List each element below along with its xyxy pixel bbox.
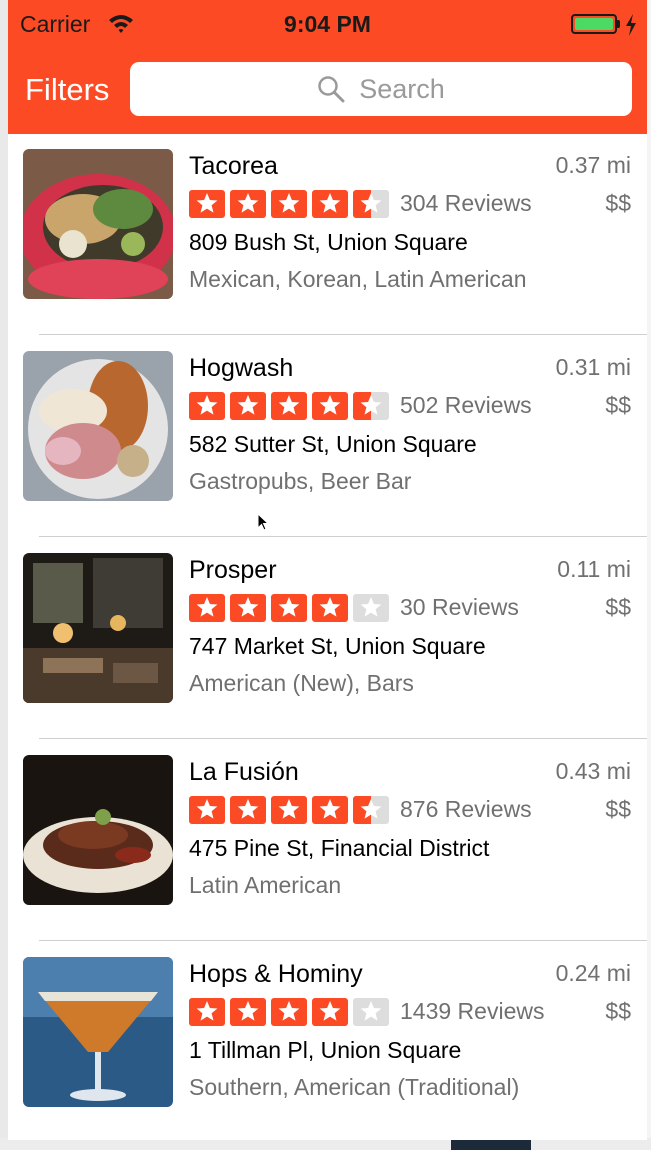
filters-button[interactable]: Filters bbox=[25, 72, 109, 108]
search-bar[interactable]: Search bbox=[130, 62, 632, 116]
business-photo bbox=[23, 957, 173, 1107]
business-distance: 0.24 mi bbox=[555, 960, 631, 986]
price-level: $$ bbox=[605, 594, 631, 620]
business-distance: 0.11 mi bbox=[557, 556, 631, 582]
business-categories: Gastropubs, Beer Bar bbox=[189, 468, 412, 494]
star-full-icon bbox=[271, 998, 307, 1026]
business-name: Prosper bbox=[189, 556, 277, 584]
business-row[interactable]: Tacorea 0.37 mi 304 Reviews $$ 809 Bush … bbox=[8, 134, 647, 336]
business-name: Hops & Hominy bbox=[189, 960, 363, 988]
review-count: 30 Reviews bbox=[400, 594, 519, 620]
business-photo bbox=[23, 553, 173, 703]
review-count: 502 Reviews bbox=[400, 392, 532, 418]
row-divider bbox=[39, 940, 647, 941]
review-count: 876 Reviews bbox=[400, 796, 532, 822]
business-photo bbox=[23, 149, 173, 299]
mouse-cursor-icon bbox=[257, 513, 269, 531]
business-distance: 0.37 mi bbox=[555, 152, 631, 178]
star-full-icon bbox=[230, 998, 266, 1026]
star-half-icon bbox=[353, 392, 389, 420]
star-half-icon bbox=[353, 190, 389, 218]
review-count: 304 Reviews bbox=[400, 190, 532, 216]
star-half-icon bbox=[353, 796, 389, 824]
star-full-icon bbox=[230, 796, 266, 824]
business-categories: Southern, American (Traditional) bbox=[189, 1074, 520, 1100]
business-name: La Fusión bbox=[189, 758, 299, 786]
star-full-icon bbox=[271, 190, 307, 218]
business-distance: 0.43 mi bbox=[555, 758, 631, 784]
star-full-icon bbox=[312, 796, 348, 824]
business-address: 747 Market St, Union Square bbox=[189, 633, 486, 659]
status-bar: Carrier 9:04 PM bbox=[8, 0, 647, 50]
price-level: $$ bbox=[605, 190, 631, 216]
navigation-bar: Carrier 9:04 PM Filters Search bbox=[8, 0, 647, 134]
review-count: 1439 Reviews bbox=[400, 998, 545, 1024]
simulator-screen: Carrier 9:04 PM Filters Search Tacorea 0… bbox=[8, 0, 647, 1140]
star-full-icon bbox=[189, 998, 225, 1026]
business-photo bbox=[23, 755, 173, 905]
business-distance: 0.31 mi bbox=[555, 354, 631, 380]
battery-icon bbox=[571, 14, 617, 34]
star-full-icon bbox=[230, 190, 266, 218]
star-full-icon bbox=[271, 392, 307, 420]
business-categories: Mexican, Korean, Latin American bbox=[189, 266, 527, 292]
business-address: 1 Tillman Pl, Union Square bbox=[189, 1037, 462, 1063]
star-full-icon bbox=[230, 594, 266, 622]
star-full-icon bbox=[189, 796, 225, 824]
price-level: $$ bbox=[605, 392, 631, 418]
star-empty-icon bbox=[353, 998, 389, 1026]
row-divider bbox=[39, 334, 647, 335]
star-full-icon bbox=[312, 998, 348, 1026]
desktop-background-left bbox=[0, 0, 8, 1150]
battery-tip-icon bbox=[617, 20, 620, 28]
star-full-icon bbox=[271, 796, 307, 824]
charging-bolt-icon bbox=[626, 14, 636, 36]
clock: 9:04 PM bbox=[284, 11, 371, 37]
star-empty-icon bbox=[353, 594, 389, 622]
business-categories: American (New), Bars bbox=[189, 670, 414, 696]
business-address: 582 Sutter St, Union Square bbox=[189, 431, 477, 457]
price-level: $$ bbox=[605, 796, 631, 822]
search-icon bbox=[318, 76, 345, 103]
row-divider bbox=[39, 536, 647, 537]
star-full-icon bbox=[230, 392, 266, 420]
business-address: 809 Bush St, Union Square bbox=[189, 229, 468, 255]
row-divider bbox=[39, 738, 647, 739]
star-full-icon bbox=[189, 392, 225, 420]
business-address: 475 Pine St, Financial District bbox=[189, 835, 490, 861]
star-full-icon bbox=[189, 190, 225, 218]
business-row[interactable]: La Fusión 0.43 mi 876 Reviews $$ 475 Pin… bbox=[8, 740, 647, 942]
search-input[interactable]: Search bbox=[359, 74, 445, 105]
business-row[interactable]: Hops & Hominy 0.24 mi 1439 Reviews $$ 1 … bbox=[8, 942, 647, 1140]
star-full-icon bbox=[312, 392, 348, 420]
business-row[interactable]: Hogwash 0.31 mi 502 Reviews $$ 582 Sutte… bbox=[8, 336, 647, 538]
business-photo bbox=[23, 351, 173, 501]
business-categories: Latin American bbox=[189, 872, 342, 898]
star-full-icon bbox=[312, 190, 348, 218]
star-full-icon bbox=[312, 594, 348, 622]
star-full-icon bbox=[271, 594, 307, 622]
star-full-icon bbox=[189, 594, 225, 622]
business-name: Tacorea bbox=[189, 152, 278, 180]
business-row[interactable]: Prosper 0.11 mi 30 Reviews $$ 747 Market… bbox=[8, 538, 647, 740]
business-name: Hogwash bbox=[189, 354, 294, 382]
price-level: $$ bbox=[605, 998, 631, 1024]
